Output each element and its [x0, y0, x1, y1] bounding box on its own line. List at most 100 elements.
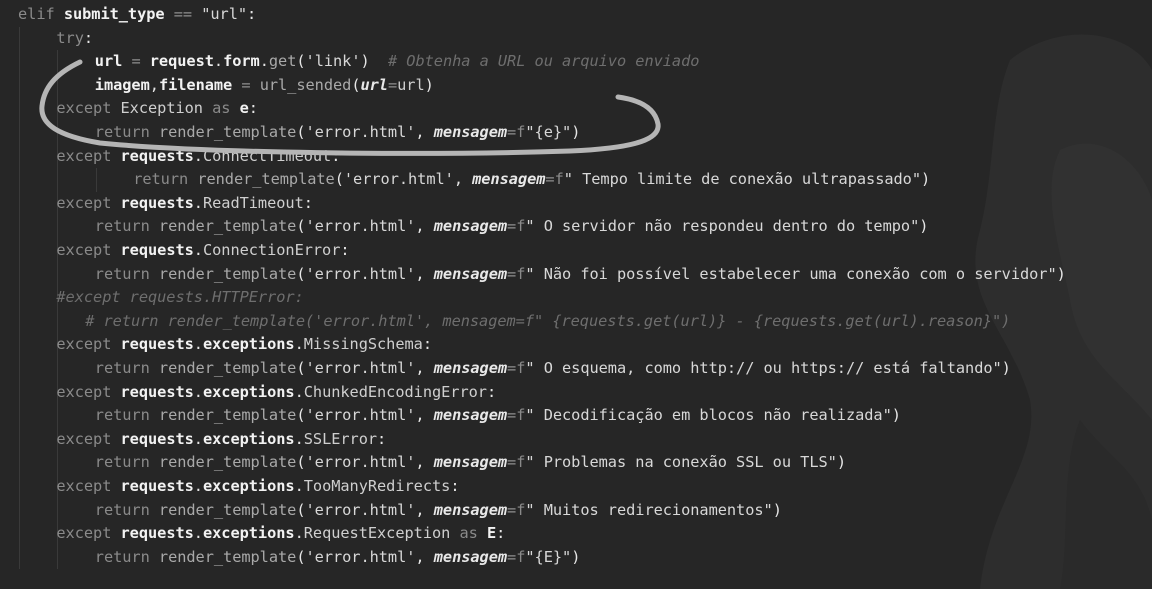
code-line[interactable]: except requests.exceptions.TooManyRedire…: [56, 475, 459, 499]
code-token: ,: [415, 264, 434, 283]
code-line[interactable]: return render_template('error.html', men…: [95, 404, 901, 428]
code-line[interactable]: except requests.exceptions.MissingSchema…: [56, 333, 432, 357]
code-token: RequestException: [303, 524, 451, 543]
code-token: ConnectionError: [202, 241, 341, 259]
code-token: SSLError: [303, 429, 378, 448]
code-token: (: [296, 547, 306, 566]
code-line[interactable]: except requests.ConnectionError:: [56, 239, 349, 263]
code-line[interactable]: except requests.exceptions.ChunkedEncodi…: [56, 381, 496, 405]
code-token: 'error.html': [305, 406, 416, 425]
code-token: ==: [164, 5, 202, 23]
code-token: .: [193, 146, 203, 165]
code-token: (: [296, 264, 306, 283]
code-token: ConnectTimeout: [202, 146, 332, 165]
code-line[interactable]: except requests.exceptions.RequestExcept…: [56, 522, 505, 546]
code-token: as: [202, 99, 240, 118]
code-line[interactable]: elif submit_type == "url":: [18, 3, 256, 27]
code-token: 'error.html': [305, 547, 416, 566]
code-token: :: [303, 193, 313, 212]
code-token: mensagem: [433, 359, 508, 377]
code-token: E: [486, 524, 497, 543]
code-line[interactable]: return render_template('error.html', men…: [95, 263, 1066, 287]
code-token: requests: [120, 477, 194, 495]
code-token: requests: [120, 146, 194, 165]
code-line[interactable]: except requests.ConnectTimeout:: [56, 145, 340, 169]
code-token: f: [554, 170, 564, 189]
code-token: url: [360, 75, 388, 94]
code-token: "{E}": [525, 547, 572, 566]
code-token: mensagem: [433, 547, 508, 566]
code-token: .: [213, 52, 224, 71]
code-line[interactable]: #except requests.HTTPError:: [56, 286, 303, 310]
code-token: MissingSchema: [303, 335, 423, 354]
code-token: =: [507, 264, 517, 283]
code-token: exceptions: [202, 477, 295, 495]
code-line[interactable]: return render_template('error.html', men…: [95, 451, 846, 475]
code-token: mensagem: [433, 264, 508, 283]
code-line[interactable]: url = request.form.get('link') # Obtenha…: [95, 50, 700, 74]
code-token: .: [193, 241, 203, 259]
code-token: return: [94, 123, 159, 141]
code-token: f: [516, 547, 526, 566]
code-token: except: [56, 99, 121, 118]
code-token: get: [268, 52, 297, 71]
code-token: ): [772, 500, 782, 519]
code-token: return: [94, 453, 159, 472]
code-token: :: [422, 335, 432, 354]
code-token: ): [571, 123, 581, 141]
code-line[interactable]: return render_template('error.html', men…: [95, 546, 581, 570]
code-line[interactable]: return render_template('error.html', men…: [95, 121, 581, 145]
code-token: url: [397, 75, 425, 94]
code-token: return: [94, 217, 159, 236]
code-token: :: [486, 382, 497, 401]
code-token: TooManyRedirects: [303, 477, 451, 495]
code-token: " O servidor não respondeu dentro do tem…: [525, 217, 920, 236]
code-token: except: [56, 429, 121, 448]
code-token: exceptions: [202, 429, 295, 448]
code-token: ): [921, 170, 931, 189]
code-token: requests: [120, 193, 194, 212]
code-editor[interactable]: elif submit_type == "url": try: url = requ…: [0, 0, 1152, 589]
code-token: (: [296, 52, 306, 71]
code-token: requests: [120, 241, 194, 259]
code-token: 'error.html': [343, 170, 454, 189]
code-line[interactable]: # return render_template('error.html', m…: [85, 310, 1010, 334]
code-token: except: [56, 335, 121, 354]
code-token: =: [507, 453, 517, 472]
code-line[interactable]: imagem,filename = url_sended(url=url): [95, 74, 434, 98]
code-token: return: [94, 264, 159, 283]
code-token: except: [56, 524, 121, 543]
code-token: Exception: [120, 99, 203, 118]
code-token: render_template: [158, 547, 297, 566]
code-token: :: [248, 99, 258, 118]
code-token: =: [122, 52, 150, 71]
code-line[interactable]: return render_template('error.html', men…: [95, 215, 929, 239]
code-line[interactable]: try:: [56, 27, 93, 51]
code-token: 'error.html': [305, 123, 416, 141]
code-token: ,: [415, 453, 434, 472]
code-line[interactable]: return render_template('error.html', men…: [95, 357, 1011, 381]
code-token: (: [296, 359, 306, 377]
code-line[interactable]: return render_template('error.html', men…: [95, 499, 782, 523]
code-token: render_template: [158, 500, 297, 519]
code-token: .: [193, 382, 203, 401]
code-token: .: [193, 524, 203, 543]
code-token: =: [507, 547, 517, 566]
code-token: .: [193, 335, 203, 354]
code-token: # Obtenha a URL ou arquivo enviado: [387, 52, 700, 71]
code-line[interactable]: except requests.exceptions.SSLError:: [56, 428, 386, 452]
code-line[interactable]: return render_template('error.html', men…: [133, 168, 930, 192]
code-token: ,: [415, 500, 434, 519]
code-token: exceptions: [202, 524, 295, 543]
code-token: mensagem: [472, 170, 546, 189]
code-token: =: [387, 75, 398, 94]
code-token: render_template: [158, 217, 297, 236]
code-line[interactable]: except Exception as e:: [56, 97, 258, 121]
code-token: ): [1001, 359, 1011, 377]
code-token: ): [919, 217, 929, 236]
code-line[interactable]: except requests.ReadTimeout:: [56, 192, 313, 216]
code-token: except: [56, 146, 121, 165]
code-token: return: [94, 406, 159, 425]
code-token: (: [296, 217, 306, 236]
code-token: ): [424, 75, 434, 94]
